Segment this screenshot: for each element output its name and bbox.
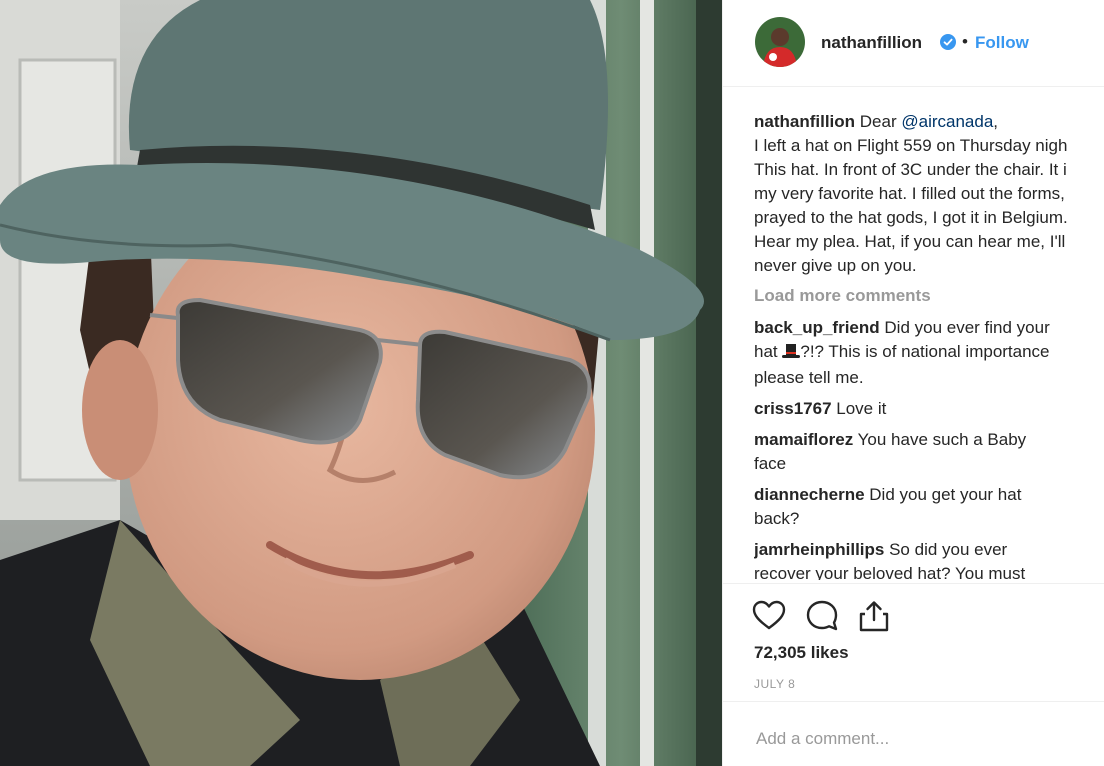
comment-text: Did you ever find your [884, 318, 1050, 337]
top-hat-emoji-icon [782, 342, 801, 366]
comment-item: criss1767 Love it [754, 397, 1104, 421]
comment-item: back_up_friend Did you ever find your ha… [754, 316, 1104, 390]
comment-text: face [754, 454, 787, 473]
share-icon[interactable] [857, 599, 891, 633]
post-side-panel: nathanfillion • Follow nathanfillion Dea… [723, 0, 1104, 766]
comment-text: please tell me. [754, 368, 864, 387]
comment-text: ?!? This is of national importance [800, 342, 1050, 361]
separator-dot: • [962, 32, 968, 51]
likes-count[interactable]: 72,305 likes [754, 643, 849, 663]
comment-text: Did you get your hat [869, 485, 1022, 504]
verified-badge-icon [940, 34, 956, 50]
post-header: nathanfillion • Follow [723, 0, 1104, 87]
comment-text: recover your beloved hat? You must [754, 564, 1026, 580]
caption-line: prayed to the hat gods, I got it in Belg… [754, 208, 1068, 227]
caption-line: my very favorite hat. I filled out the f… [754, 184, 1065, 203]
comment-username[interactable]: diannecherne [754, 485, 865, 504]
caption-text: , [993, 112, 999, 131]
comment-item: jamrheinphillips So did you ever recover… [754, 538, 1104, 580]
add-comment-input[interactable] [754, 728, 1088, 750]
comment-username[interactable]: back_up_friend [754, 318, 880, 337]
comment-text: Love it [836, 399, 887, 418]
comment-username[interactable]: jamrheinphillips [754, 540, 884, 559]
avatar[interactable] [755, 17, 805, 67]
selfie-image [0, 0, 722, 766]
comment-item: diannecherne Did you get your hat back? [754, 483, 1104, 531]
load-more-comments-button[interactable]: Load more comments [754, 284, 1104, 308]
heart-icon[interactable] [752, 599, 786, 633]
comment-text: hat [754, 342, 783, 361]
post-photo[interactable] [0, 0, 722, 766]
mention-link[interactable]: @aircanada [901, 112, 993, 131]
comment-text: back? [754, 509, 800, 528]
caption-username[interactable]: nathanfillion [754, 112, 855, 131]
caption-line: This hat. In front of 3C under the chair… [754, 160, 1067, 179]
comment-icon[interactable] [805, 599, 839, 633]
caption-line: Hear my plea. Hat, if you can hear me, I… [754, 232, 1066, 251]
post-author-username[interactable]: nathanfillion [821, 33, 922, 53]
caption-text: Dear [859, 112, 902, 131]
follow-button[interactable]: Follow [975, 33, 1029, 53]
add-comment-bar [723, 701, 1104, 766]
comment-text: So did you ever [889, 540, 1008, 559]
caption-line: I left a hat on Flight 559 on Thursday n… [754, 136, 1068, 155]
comment-username[interactable]: mamaiflorez [754, 430, 853, 449]
post-date[interactable]: JULY 8 [754, 677, 795, 691]
comments-list[interactable]: nathanfillion Dear @aircanada, I left a … [754, 110, 1104, 580]
post-caption: nathanfillion Dear @aircanada, I left a … [754, 110, 1104, 278]
comment-text: You have such a Baby [857, 430, 1027, 449]
comment-username[interactable]: criss1767 [754, 399, 832, 418]
caption-line: never give up on you. [754, 256, 917, 275]
comment-item: mamaiflorez You have such a Baby face [754, 428, 1104, 476]
